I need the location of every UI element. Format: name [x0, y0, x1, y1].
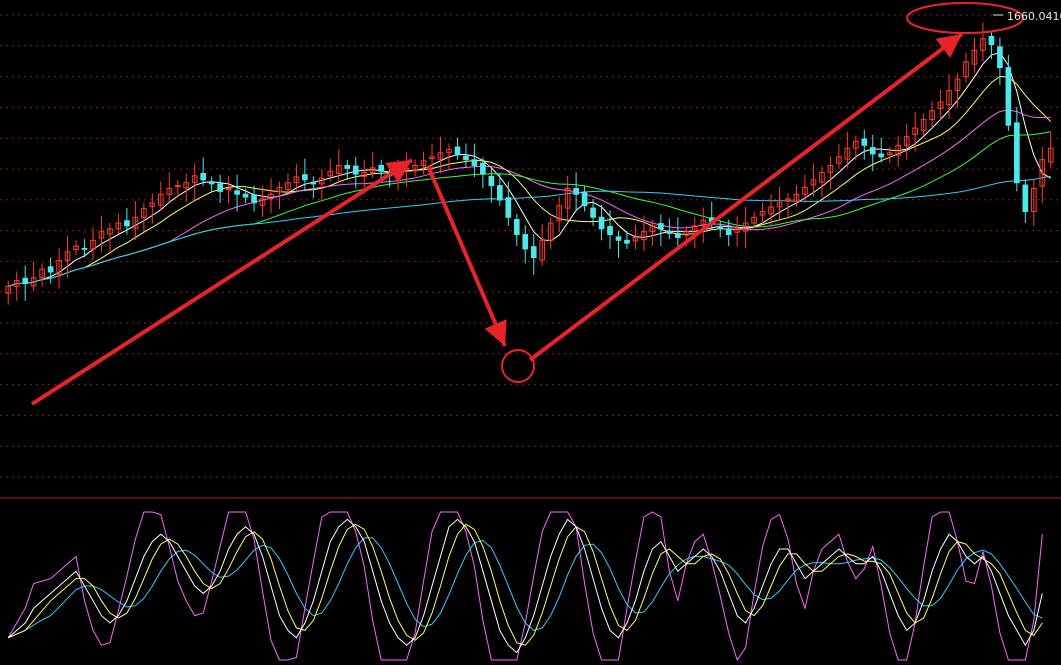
candle-body [717, 225, 724, 230]
low-point-circle [501, 349, 535, 383]
candle-body [225, 187, 232, 190]
candle-body [352, 165, 359, 175]
candle-body [81, 247, 88, 250]
candle-body [22, 277, 29, 284]
candle-body [174, 185, 181, 188]
kline-chart: 1660.0410 [0, 0, 1061, 665]
candle-body [522, 234, 529, 250]
candle-body [208, 181, 215, 185]
candle-body [530, 246, 537, 259]
candles [5, 22, 1054, 305]
candle-body [497, 185, 503, 201]
trend-annotations [30, 2, 1024, 406]
candle-body [124, 220, 130, 227]
candle-body [878, 153, 885, 158]
grid [0, 14, 1061, 478]
candle-body [200, 173, 207, 181]
candle-body [869, 147, 876, 155]
candle-body [1014, 122, 1020, 184]
indicator-lines [7, 511, 1043, 662]
high-point-ellipse [906, 2, 1024, 34]
candle-body [471, 159, 478, 166]
candle-body [1005, 67, 1012, 126]
candle-body [47, 266, 54, 273]
candle-body [598, 216, 605, 230]
high-price-label: 1660.0410 [1007, 10, 1061, 23]
candle-body [480, 162, 486, 175]
candle-body [310, 181, 317, 185]
candle-body [234, 190, 240, 195]
candle-body [607, 225, 613, 236]
candle-body [378, 164, 385, 172]
candle-body [242, 193, 249, 198]
candle-body [217, 183, 223, 192]
candle-body [674, 232, 681, 238]
candle-body [658, 223, 664, 230]
candle-body [666, 230, 673, 234]
candle-body [1022, 184, 1029, 213]
candle-body [344, 164, 351, 169]
candle-body [624, 239, 630, 244]
candle-body [573, 187, 579, 195]
k-line [7, 518, 1043, 654]
ma60-line [8, 175, 1051, 287]
candle-body [454, 146, 461, 155]
downtrend-arrow [426, 165, 507, 347]
chart-canvas: 1660.0410 [0, 2, 1061, 662]
candle-body [997, 46, 1003, 69]
d-line [8, 523, 1043, 646]
candle-body [725, 228, 732, 236]
candle-body [463, 155, 469, 161]
candle-body [861, 138, 868, 146]
candle-body [251, 194, 257, 204]
candle-body [590, 207, 596, 218]
candle-body [505, 197, 512, 218]
uptrend-arrow-1 [30, 158, 414, 406]
candle-body [302, 174, 308, 181]
candle-body [513, 219, 520, 236]
candle-body [488, 175, 495, 187]
candle-body [615, 236, 622, 241]
candle-body [988, 35, 995, 46]
candle-body [581, 191, 588, 207]
